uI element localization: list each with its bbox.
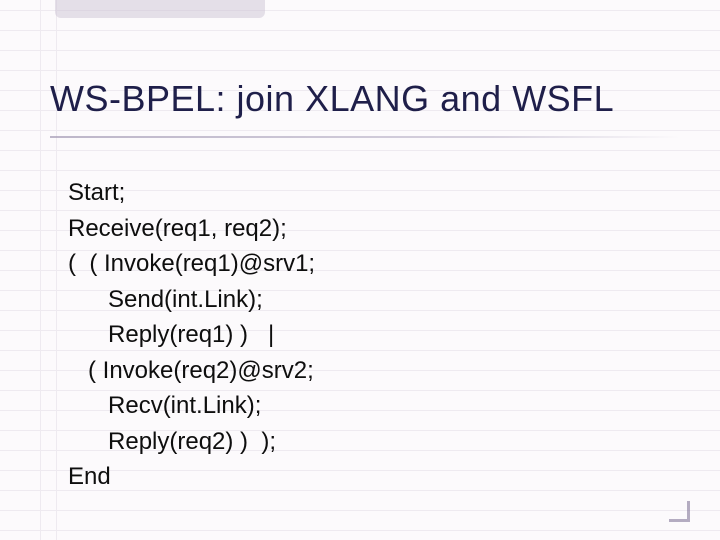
slide: WS-BPEL: join XLANG and WSFL Start; Rece… xyxy=(0,0,720,540)
corner-accent-icon xyxy=(669,501,690,522)
slide-body-code: Start; Receive(req1, req2); ( ( Invoke(r… xyxy=(68,175,315,495)
top-shadow-decoration xyxy=(55,0,265,18)
title-underline xyxy=(50,136,680,138)
slide-title: WS-BPEL: join XLANG and WSFL xyxy=(50,78,680,120)
